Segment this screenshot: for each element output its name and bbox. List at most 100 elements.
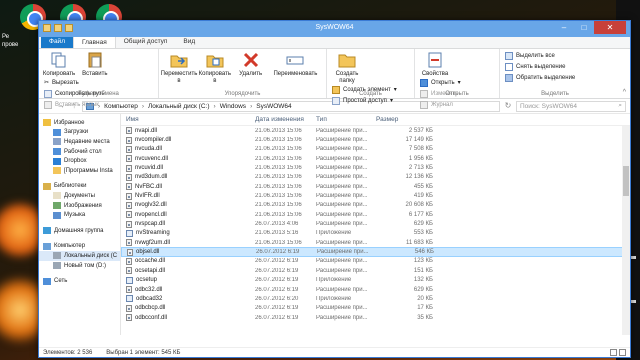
clipboard-group: Копировать Вставить ✂ Вырезать Скопироват… — [39, 49, 159, 109]
tab-view[interactable]: Вид — [175, 36, 203, 48]
file-size: 6 177 КБ — [408, 211, 433, 218]
large-icons-view-icon[interactable] — [619, 349, 626, 356]
breadcrumb-computer[interactable]: Компьютер — [104, 103, 138, 110]
file-row[interactable]: nvoglv32.dll 21.06.2013 15:06 Расширение п… — [121, 201, 630, 210]
minimize-button[interactable]: – — [554, 21, 574, 34]
file-row[interactable]: objsel.dll 26.07.2012 6:19 Расширение при.… — [121, 247, 630, 257]
sidebar-item[interactable]: Изображения — [39, 201, 120, 211]
tab-home[interactable]: Главная — [72, 36, 116, 48]
file-row[interactable]: nvcuda.dll 21.06.2013 15:06 Расширение при… — [121, 145, 630, 154]
file-row[interactable]: nvcuvenc.dll 21.06.2013 15:06 Расширение п… — [121, 154, 630, 163]
collapse-ribbon-icon[interactable]: ^ — [623, 89, 626, 96]
file-row[interactable]: occache.dll 26.07.2012 6:19 Расширение при… — [121, 257, 630, 266]
rename-label: Переименовать — [273, 71, 318, 77]
file-date: 21.06.2013 15:06 — [255, 239, 302, 246]
file-row[interactable]: odbcad32 26.07.2012 6:20 Приложение 20 КБ — [121, 294, 630, 303]
file-name-cell: objsel.dll — [122, 248, 256, 256]
file-size: 11 683 КБ — [405, 239, 433, 246]
sidebar-item[interactable]: Локальный диск (C — [39, 251, 120, 261]
file-name-cell: nvwgf2um.dll — [121, 239, 255, 247]
file-row[interactable]: nvd3dum.dll 21.06.2013 15:06 Расширение пр… — [121, 173, 630, 182]
file-row[interactable]: nvwgf2um.dll 21.06.2013 15:06 Расширение п… — [121, 238, 630, 247]
copy-to-button[interactable]: Копировать в — [198, 51, 232, 85]
easy-access-button[interactable]: Простой доступ ▾ — [332, 96, 397, 105]
breadcrumb-windows[interactable]: Windows — [220, 103, 246, 110]
file-size: 2 713 КБ — [408, 165, 433, 172]
sidebar-item[interactable]: Сеть — [39, 276, 120, 286]
column-date[interactable]: Дата изменения — [255, 116, 316, 123]
tab-share[interactable]: Общий доступ — [116, 36, 176, 48]
sidebar-item[interactable]: [Программы Insta — [39, 166, 120, 176]
file-row[interactable]: odbcconf.dll 26.07.2012 6:19 Расширение пр… — [121, 313, 630, 322]
file-date: 26.07.2012 6:19 — [256, 249, 300, 256]
file-row[interactable]: NvFBC.dll 21.06.2013 15:06 Расширение при.… — [121, 182, 630, 191]
window-title: SysWOW64 — [315, 24, 354, 31]
move-to-button[interactable]: Переместить в — [161, 51, 197, 85]
file-name: nvStreaming — [136, 230, 170, 237]
scrollbar-thumb[interactable] — [623, 166, 629, 196]
refresh-button[interactable]: ↻ — [503, 101, 513, 111]
open-button[interactable]: Открыть ▾ — [420, 78, 461, 87]
file-row[interactable]: ocsetup 26.07.2012 6:19 Приложение 132 КБ — [121, 276, 630, 285]
breadcrumb-syswow64[interactable]: SysWOW64 — [256, 103, 291, 110]
search-input[interactable]: Поиск: SysWOW64 ⌕ — [516, 100, 626, 112]
file-row[interactable]: nvapi.dll 21.06.2013 15:06 Расширение при.… — [121, 126, 630, 135]
details-view-icon[interactable] — [610, 349, 617, 356]
file-row[interactable]: nvspcap.dll 26.07.2013 4:06 Расширение при… — [121, 219, 630, 228]
sidebar-item[interactable]: Библиотеки — [39, 182, 120, 192]
properties-button[interactable]: Свойства — [418, 51, 452, 78]
delete-button[interactable]: Удалить — [234, 51, 268, 78]
paste-shortcut-button[interactable]: Вставить ярлык — [44, 100, 105, 109]
vertical-scrollbar[interactable] — [622, 126, 630, 335]
sidebar-item[interactable]: Домашняя группа — [39, 226, 120, 236]
file-row[interactable]: NvIFR.dll 21.06.2013 15:06 Расширение при.… — [121, 191, 630, 200]
file-name: odbcconf.dll — [135, 314, 168, 321]
star-icon — [43, 119, 51, 127]
file-row[interactable]: nvStreaming 21.06.2013 5:16 Приложение 553 … — [121, 229, 630, 238]
sidebar-item[interactable]: Документы — [39, 191, 120, 201]
create-group-label: Создать — [359, 91, 382, 97]
file-date: 21.06.2013 15:06 — [255, 165, 302, 172]
column-type[interactable]: Тип — [316, 116, 376, 123]
file-name-cell: NvIFR.dll — [121, 192, 255, 200]
file-row[interactable]: ocsetapi.dll 26.07.2012 6:19 Расширение пр… — [121, 266, 630, 275]
file-row[interactable]: odbcbcp.dll 26.07.2012 6:19 Расширение при… — [121, 304, 630, 313]
column-size[interactable]: Размер — [376, 116, 439, 123]
file-row[interactable]: nvcompiler.dll 21.06.2013 15:06 Расширение… — [121, 135, 630, 144]
file-date: 21.06.2013 15:06 — [255, 202, 302, 209]
sidebar-item[interactable]: Новый том (D:) — [39, 261, 120, 271]
folder-icon — [53, 167, 61, 175]
invert-selection-button[interactable]: Обратить выделение — [505, 73, 575, 82]
sidebar-item[interactable]: Рабочий стол — [39, 147, 120, 157]
file-date: 21.06.2013 15:06 — [255, 183, 302, 190]
tab-file[interactable]: Файл — [41, 36, 73, 48]
sidebar-item[interactable]: Dropbox — [39, 156, 120, 166]
dll-file-icon — [126, 127, 132, 135]
copy-button[interactable]: Копировать — [42, 51, 76, 78]
paste-button[interactable]: Вставить — [78, 51, 112, 78]
close-button[interactable]: ✕ — [594, 21, 626, 34]
title-bar[interactable]: SysWOW64 – □ ✕ — [39, 21, 630, 37]
cut-button[interactable]: ✂ Вырезать — [44, 78, 105, 87]
sidebar-item[interactable]: Загрузки — [39, 128, 120, 138]
file-name-cell: ocsetup — [121, 276, 255, 284]
sidebar-item[interactable]: Избранное — [39, 118, 120, 128]
select-none-button[interactable]: Снять выделение — [505, 62, 575, 71]
invert-selection-label: Обратить выделение — [516, 74, 576, 81]
sidebar-item[interactable]: Недавние места — [39, 137, 120, 147]
breadcrumb-drive[interactable]: Локальный диск (C:) — [148, 103, 210, 110]
maximize-button[interactable]: □ — [574, 21, 594, 34]
history-button[interactable]: Журнал — [420, 100, 461, 109]
file-name: nvcompiler.dll — [135, 137, 172, 144]
sidebar-item[interactable]: Музыка — [39, 210, 120, 220]
sidebar-item[interactable]: Компьютер — [39, 242, 120, 252]
file-row[interactable]: odbc32.dll 26.07.2012 6:19 Расширение при.… — [121, 285, 630, 294]
select-all-button[interactable]: Выделить все — [505, 51, 575, 60]
rename-button[interactable]: Переименовать — [269, 51, 321, 78]
chevron-down-icon: ▾ — [389, 98, 393, 104]
file-row[interactable]: nvopencl.dll 21.06.2013 15:06 Расширение п… — [121, 210, 630, 219]
file-date: 21.06.2013 15:06 — [255, 211, 302, 218]
column-name[interactable]: Имя — [121, 116, 255, 123]
new-folder-button[interactable]: Создать папку — [330, 51, 364, 85]
file-row[interactable]: nvcuvid.dll 21.06.2013 15:06 Расширение пр… — [121, 163, 630, 172]
